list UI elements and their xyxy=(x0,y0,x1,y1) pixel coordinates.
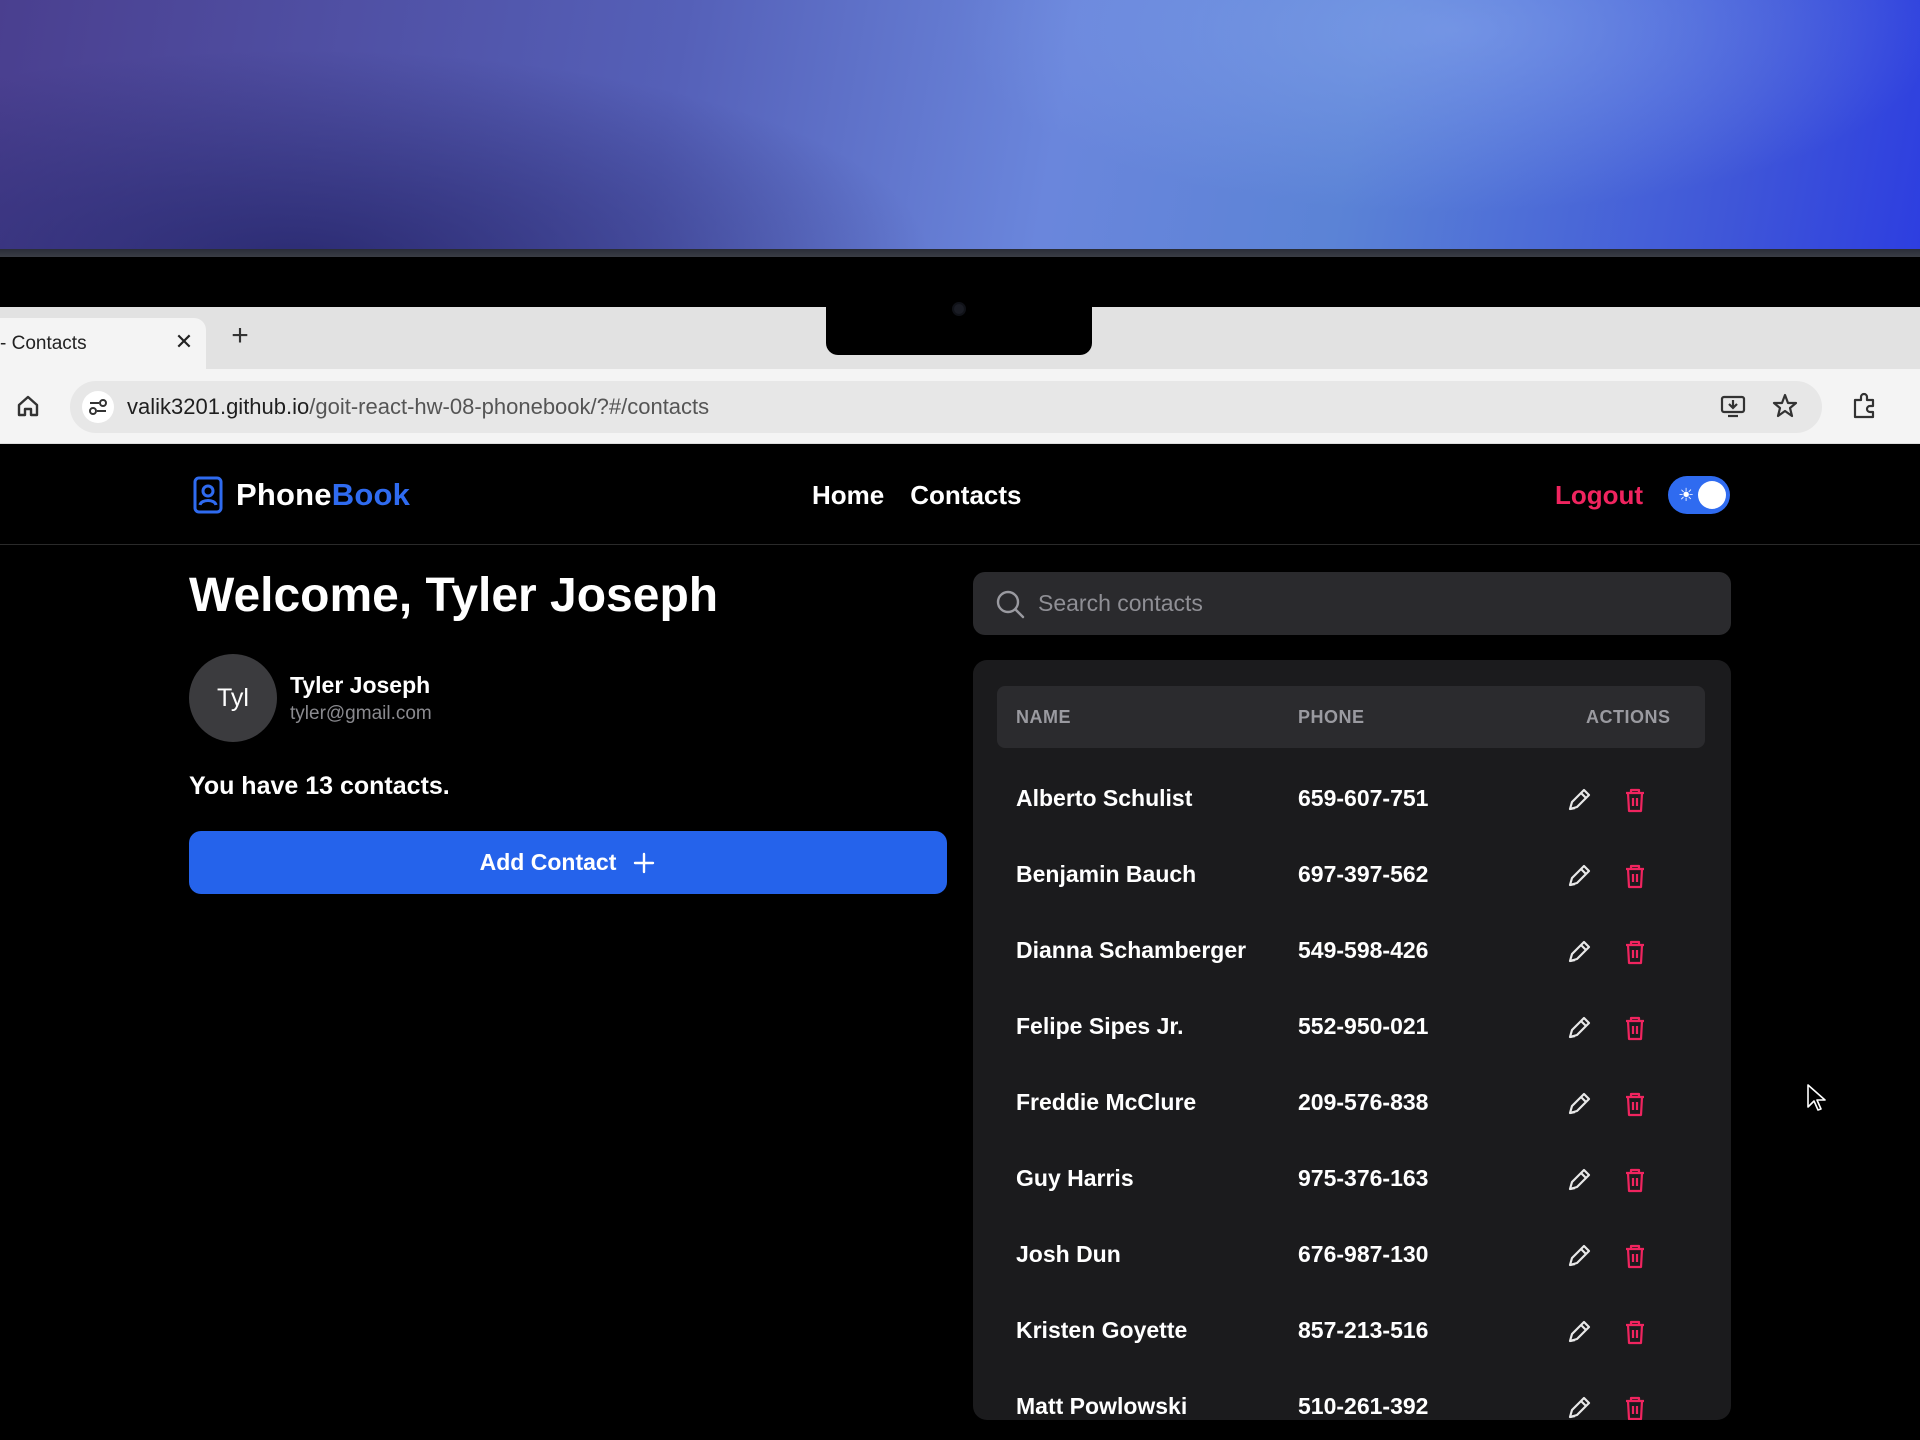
theme-toggle[interactable]: ☀ xyxy=(1668,476,1730,514)
edit-icon[interactable] xyxy=(1565,1090,1593,1118)
contact-phone: 697-397-562 xyxy=(1298,861,1429,887)
search-input[interactable] xyxy=(1038,572,1698,635)
search-icon xyxy=(996,590,1025,619)
add-contact-label: Add Contact xyxy=(479,849,617,875)
logout-button[interactable]: Logout xyxy=(1555,480,1643,511)
trash-icon[interactable] xyxy=(1621,1014,1649,1042)
new-tab-icon[interactable]: + xyxy=(226,321,254,351)
contact-phone: 549-598-426 xyxy=(1298,937,1429,963)
nav-home[interactable]: Home xyxy=(812,480,884,511)
url-path: /goit-react-hw-08-phonebook/?#/contacts xyxy=(309,394,710,419)
contact-name: Kristen Goyette xyxy=(1016,1317,1188,1343)
edit-icon[interactable] xyxy=(1565,938,1593,966)
page-title: Welcome, Tyler Joseph xyxy=(189,569,719,622)
browser-tab[interactable]: - Contacts ✕ xyxy=(0,318,206,370)
contact-name: Freddie McClure xyxy=(1016,1089,1197,1115)
contact-phone: 857-213-516 xyxy=(1298,1317,1429,1343)
user-name: Tyler Joseph xyxy=(290,672,431,698)
phonebook-icon xyxy=(193,476,223,514)
logo-text: PhoneBook xyxy=(236,477,411,512)
edit-icon[interactable] xyxy=(1565,1394,1593,1420)
trash-icon[interactable] xyxy=(1621,1318,1649,1346)
nav-contacts[interactable]: Contacts xyxy=(910,480,1021,511)
contact-phone: 510-261-392 xyxy=(1298,1393,1429,1419)
contact-name: Guy Harris xyxy=(1016,1165,1134,1191)
table-row: Kristen Goyette 857-213-516 xyxy=(997,1294,1705,1370)
contact-phone: 676-987-130 xyxy=(1298,1241,1429,1267)
table-row: Freddie McClure 209-576-838 xyxy=(997,1066,1705,1142)
home-icon[interactable] xyxy=(14,392,42,420)
close-icon[interactable]: ✕ xyxy=(172,330,196,354)
mouse-cursor-icon xyxy=(1807,1084,1826,1111)
contact-name: Matt Powlowski xyxy=(1016,1393,1188,1419)
contacts-table: NAME PHONE ACTIONS Alberto Schulist 659-6… xyxy=(973,660,1731,1420)
edit-icon[interactable] xyxy=(1565,1242,1593,1270)
install-app-icon[interactable] xyxy=(1718,391,1748,421)
edit-icon[interactable] xyxy=(1565,862,1593,890)
contact-phone: 552-950-021 xyxy=(1298,1013,1429,1039)
contact-phone: 209-576-838 xyxy=(1298,1089,1429,1115)
trash-icon[interactable] xyxy=(1621,862,1649,890)
search-box xyxy=(973,572,1731,635)
table-row: Felipe Sipes Jr. 552-950-021 xyxy=(997,990,1705,1066)
edit-icon[interactable] xyxy=(1565,1014,1593,1042)
add-contact-button[interactable]: Add Contact xyxy=(189,831,947,894)
contact-name: Alberto Schulist xyxy=(1016,785,1193,811)
contact-name: Josh Dun xyxy=(1016,1241,1121,1267)
table-row: Dianna Schamberger 549-598-426 xyxy=(997,914,1705,990)
column-header-phone: PHONE xyxy=(1298,707,1365,727)
toggle-knob xyxy=(1698,481,1726,509)
desktop-wallpaper xyxy=(0,0,1920,257)
table-row: Guy Harris 975-376-163 xyxy=(997,1142,1705,1218)
trash-icon[interactable] xyxy=(1621,1394,1649,1420)
url-host: valik3201.github.io xyxy=(127,394,310,419)
trash-icon[interactable] xyxy=(1621,786,1649,814)
camera-icon xyxy=(952,302,966,316)
table-row: Matt Powlowski 510-261-392 xyxy=(997,1370,1705,1420)
table-row: Josh Dun 676-987-130 xyxy=(997,1218,1705,1294)
edit-icon[interactable] xyxy=(1565,1318,1593,1346)
plus-icon xyxy=(634,852,655,873)
site-settings-icon[interactable] xyxy=(82,391,114,423)
contact-phone: 975-376-163 xyxy=(1298,1165,1429,1191)
url-text[interactable]: valik3201.github.io/goit-react-hw-08-pho… xyxy=(127,394,709,420)
user-email: tyler@gmail.com xyxy=(290,703,432,724)
table-header: NAME PHONE ACTIONS xyxy=(997,686,1705,748)
contact-phone: 659-607-751 xyxy=(1298,785,1429,811)
table-row: Alberto Schulist 659-607-751 xyxy=(997,762,1705,838)
contact-name: Benjamin Bauch xyxy=(1016,861,1197,887)
column-header-actions: ACTIONS xyxy=(1586,707,1671,727)
contacts-count: You have 13 contacts. xyxy=(189,772,450,800)
table-row: Benjamin Bauch 697-397-562 xyxy=(997,838,1705,914)
edit-icon[interactable] xyxy=(1565,786,1593,814)
contact-name: Dianna Schamberger xyxy=(1016,937,1247,963)
trash-icon[interactable] xyxy=(1621,1166,1649,1194)
main-nav: Home Contacts xyxy=(812,480,1022,511)
extensions-icon[interactable] xyxy=(1849,391,1879,421)
trash-icon[interactable] xyxy=(1621,1242,1649,1270)
sun-icon: ☀ xyxy=(1678,485,1695,505)
edit-icon[interactable] xyxy=(1565,1166,1593,1194)
trash-icon[interactable] xyxy=(1621,1090,1649,1118)
avatar: Tyl xyxy=(189,654,277,742)
contact-name: Felipe Sipes Jr. xyxy=(1016,1013,1184,1039)
trash-icon[interactable] xyxy=(1621,938,1649,966)
bookmark-star-icon[interactable] xyxy=(1770,391,1800,421)
tab-title: - Contacts xyxy=(0,333,87,354)
app-logo[interactable]: PhoneBook xyxy=(192,476,410,514)
column-header-name: NAME xyxy=(1016,707,1071,727)
